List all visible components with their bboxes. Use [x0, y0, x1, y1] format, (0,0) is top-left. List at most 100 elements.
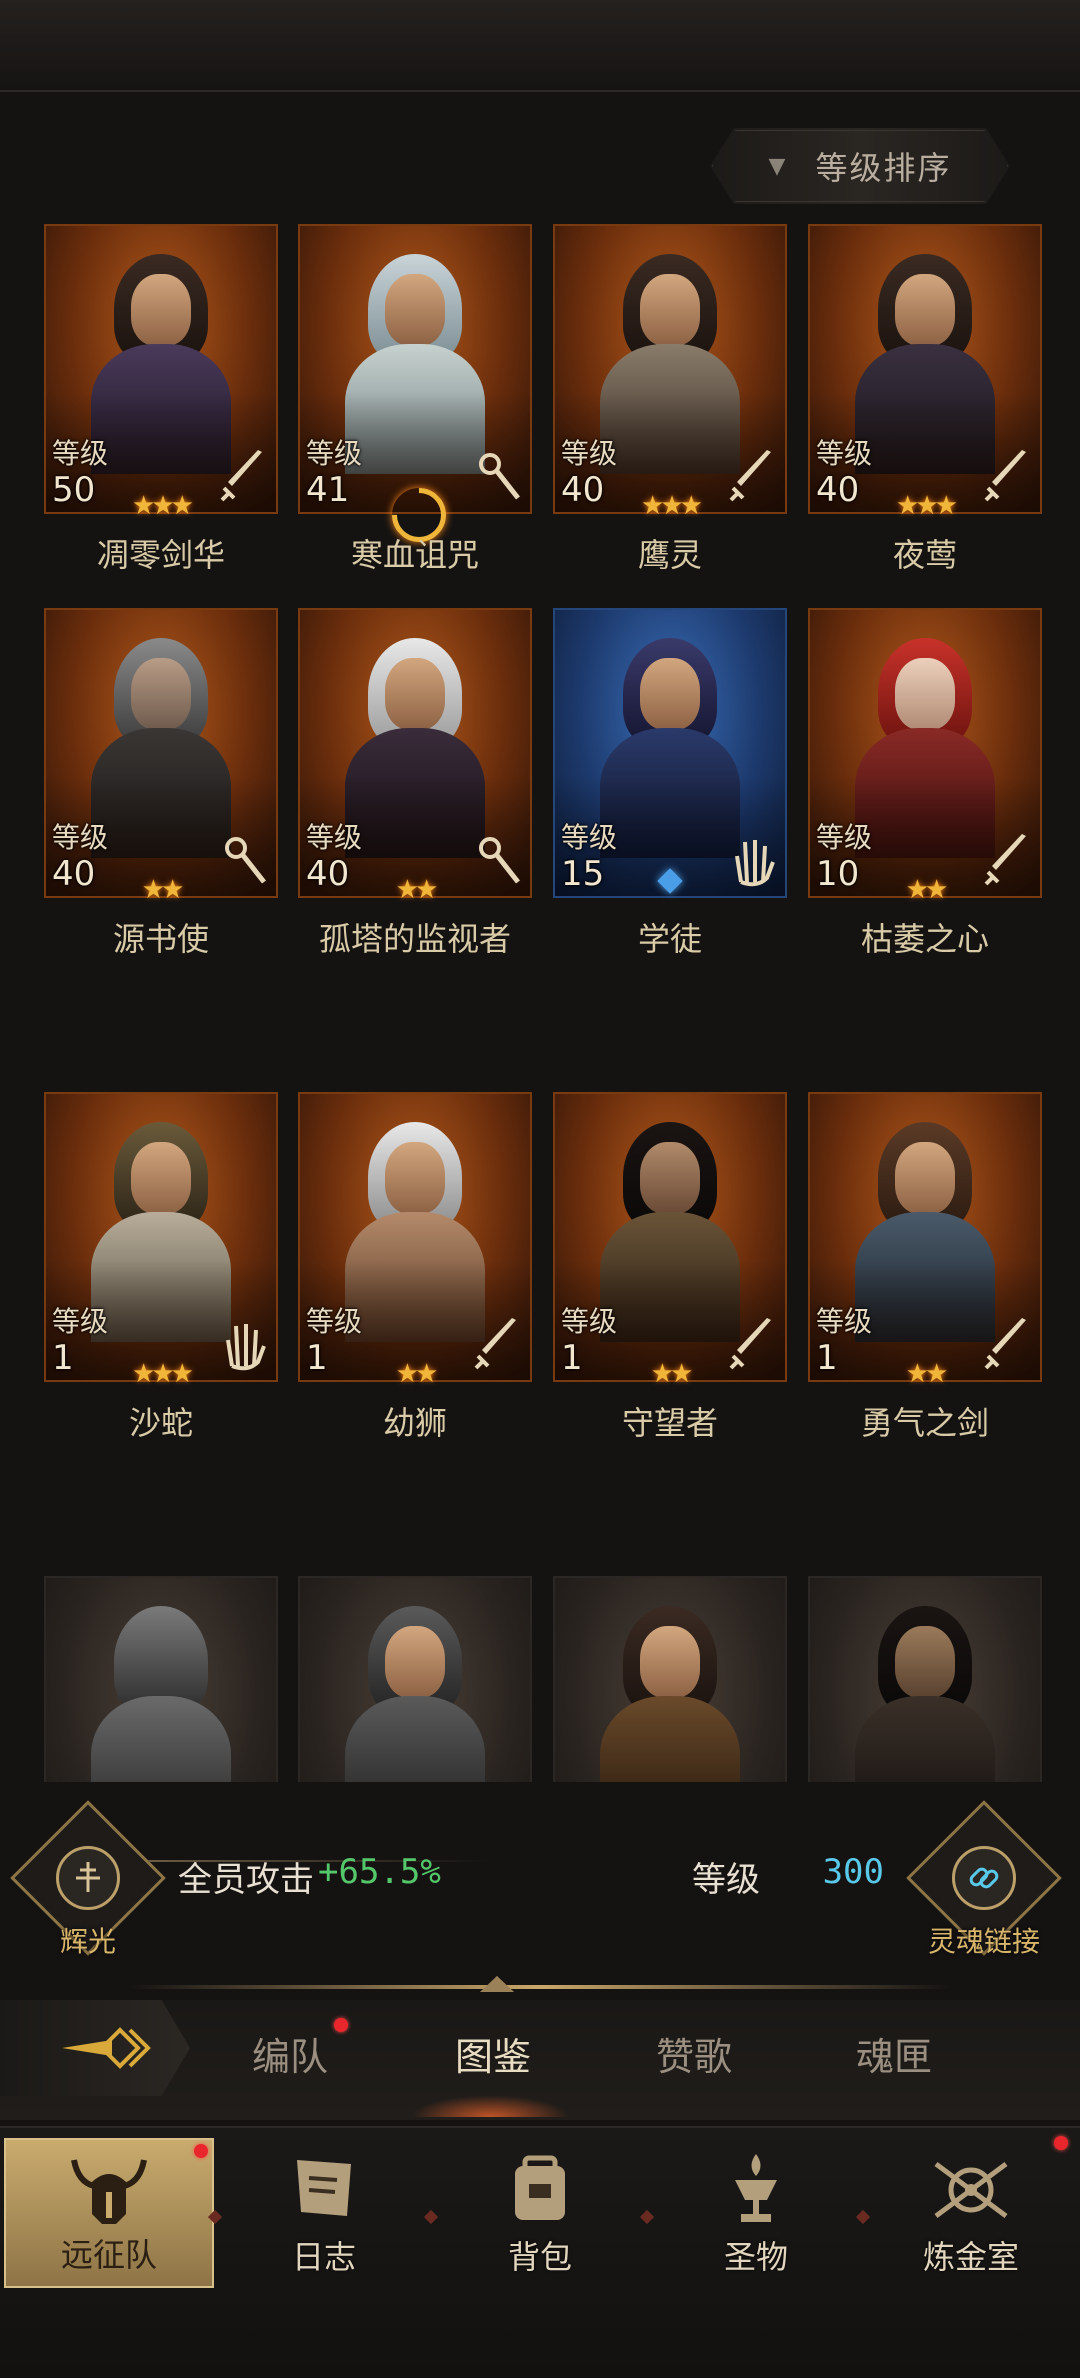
- star-rank: ★★: [905, 1359, 949, 1389]
- hero-card[interactable]: 等级 40: [808, 224, 1042, 514]
- hand-icon: [226, 1324, 266, 1371]
- radiance-sword-icon: [56, 1846, 120, 1910]
- level-value: 40: [561, 470, 605, 510]
- hero-card[interactable]: 等级 15: [553, 608, 787, 898]
- tab-soul-casket[interactable]: 魂匣: [856, 2026, 932, 2081]
- nav-journal[interactable]: 日志: [219, 2138, 429, 2288]
- level-value: 15: [561, 854, 605, 894]
- hero-card[interactable]: 等级 50: [44, 224, 278, 514]
- nav-alchemy-badge: [1054, 2136, 1068, 2150]
- level-label: 等级: [306, 437, 363, 470]
- star-rank: ★★: [650, 1359, 694, 1389]
- tab-formation-badge: [334, 2018, 348, 2032]
- nav-expedition[interactable]: 远征队: [4, 2138, 214, 2288]
- staff-icon: [479, 837, 520, 884]
- hero-card-helmeted-soldier[interactable]: [298, 1576, 532, 1782]
- level-label: 等级: [561, 1305, 618, 1338]
- nav-expedition-label: 远征队: [60, 2236, 157, 2274]
- divider-tip-icon: [480, 1976, 514, 1992]
- all-attack-label: 全员攻击: [178, 1860, 314, 1900]
- nav-alchemy[interactable]: 炼金室: [866, 2136, 1076, 2288]
- level-label: 等级: [306, 821, 363, 854]
- bag-icon: [515, 2155, 565, 2220]
- nav-alchemy-label: 炼金室: [922, 2238, 1019, 2276]
- level-label: 等级: [52, 821, 109, 854]
- sword-icon: [220, 450, 262, 502]
- active-tab-indicator: [410, 2095, 570, 2117]
- star-rank: ★★: [395, 875, 439, 905]
- nav-backpack[interactable]: 背包: [435, 2138, 645, 2288]
- hero-card[interactable]: 等级 40: [298, 608, 532, 898]
- helmeted-soldier-portrait: [340, 1596, 490, 1782]
- sort-by-level-button[interactable]: ▼ 等级排序: [710, 128, 1010, 204]
- hero-name: 鹰灵: [637, 536, 702, 574]
- star-rank: ★★: [395, 1359, 439, 1389]
- hero-name: 枯萎之心: [860, 920, 989, 958]
- sort-label: 等级排序: [815, 149, 952, 187]
- sword-icon: [984, 1318, 1026, 1370]
- tab-formation[interactable]: 编队: [252, 2026, 328, 2081]
- hero-card-dark-haired-woman[interactable]: [553, 1576, 787, 1782]
- level-label: 等级: [306, 1305, 363, 1338]
- hero-card[interactable]: 等级 1: [808, 1092, 1042, 1382]
- hero-collection-grid[interactable]: 等级 50 ★★★ 凋零剑华 等级 41 寒血诅咒 等级 40 ★★★ 鹰灵 等…: [0, 222, 1080, 1782]
- star-rank: ★★★: [132, 1359, 194, 1389]
- back-button[interactable]: [0, 2000, 190, 2096]
- level-value: 1: [52, 1338, 74, 1378]
- bearded-warrior-portrait: [850, 1596, 1000, 1782]
- all-attack-value: +65.5%: [318, 1852, 441, 1892]
- staff-icon: [225, 837, 266, 884]
- star-rank: ★★: [141, 875, 185, 905]
- section-divider: [130, 1985, 950, 1989]
- hero-card[interactable]: 等级 1: [553, 1092, 787, 1382]
- hero-card[interactable]: 等级 10: [808, 608, 1042, 898]
- hand-icon: [735, 840, 775, 887]
- hero-card[interactable]: 等级 1: [44, 1092, 278, 1382]
- tab-anthem[interactable]: 赞歌: [656, 2026, 732, 2081]
- hero-card[interactable]: 等级 41: [298, 224, 532, 514]
- soul-link-label: 灵魂链接: [928, 1925, 1041, 1958]
- hero-name: 沙蛇: [128, 1404, 193, 1442]
- level-value: 1: [816, 1338, 838, 1378]
- level-label: 等级: [816, 821, 873, 854]
- hero-name: 学徒: [637, 920, 702, 958]
- nav-expedition-badge: [194, 2144, 208, 2158]
- hero-name: 守望者: [621, 1404, 718, 1442]
- top-decor-band: [0, 0, 1080, 92]
- level-value: 1: [306, 1338, 328, 1378]
- hero-card[interactable]: 等级 40: [553, 224, 787, 514]
- star-rank: ★★: [905, 875, 949, 905]
- chain-link-icon: [952, 1846, 1016, 1910]
- scroll-icon: [297, 2160, 351, 2216]
- soul-link-level-value: 300: [822, 1852, 884, 1892]
- level-label: 等级: [52, 1305, 109, 1338]
- level-label: 等级: [561, 437, 618, 470]
- hero-name: 夜莺: [892, 536, 957, 574]
- armored-knight-portrait: [86, 1596, 236, 1782]
- level-value: 40: [306, 854, 350, 894]
- star-rank: ★★★: [132, 491, 194, 521]
- hero-card-bearded-warrior[interactable]: [808, 1576, 1042, 1782]
- level-label: 等级: [52, 437, 109, 470]
- dark-haired-woman-portrait: [595, 1596, 745, 1782]
- nav-relics[interactable]: 圣物: [651, 2138, 861, 2288]
- hero-name: 凋零剑华: [96, 536, 225, 574]
- hero-card[interactable]: 等级 40: [44, 608, 278, 898]
- soul-link-level-label: 等级: [692, 1860, 760, 1900]
- sword-icon: [984, 450, 1026, 502]
- hero-name: 幼狮: [382, 1404, 447, 1442]
- level-value: 41: [306, 470, 350, 510]
- staff-icon: [479, 453, 520, 500]
- horned-helmet-icon: [71, 2159, 147, 2224]
- level-value: 10: [816, 854, 860, 894]
- nav-journal-label: 日志: [291, 2238, 356, 2276]
- alchemy-icon: [934, 2161, 1008, 2219]
- level-label: 等级: [816, 1305, 873, 1338]
- hero-card[interactable]: 等级 1: [298, 1092, 532, 1382]
- level-label: 等级: [816, 437, 873, 470]
- hero-name: 孤塔的监视者: [318, 920, 511, 958]
- hero-card-armored-knight[interactable]: [44, 1576, 278, 1782]
- bottom-navigation: 远征队 日志 背包 圣物 炼金室: [0, 2126, 1080, 2378]
- triangle-down-icon: ▼: [768, 153, 786, 179]
- tab-codex[interactable]: 图鉴: [455, 2026, 531, 2081]
